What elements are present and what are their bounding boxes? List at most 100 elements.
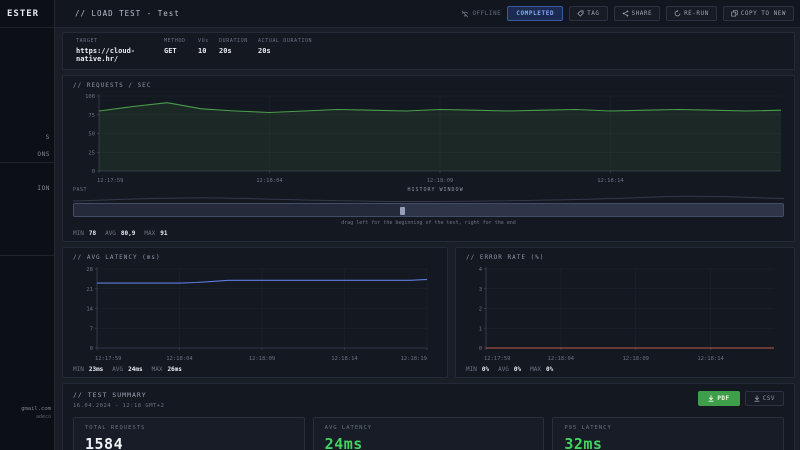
error-rate-panel: // ERROR RATE (%) 0 1 2 3 4 12:17:59 12:18:04 1…	[455, 247, 795, 378]
config-col-vus: VUs 10	[198, 38, 209, 55]
latency-chart-title: // AVG LATENCY (ms)	[73, 254, 161, 261]
tag-button[interactable]: TAG	[569, 6, 608, 21]
history-hint: drag left for the beginning of the test,…	[341, 220, 516, 226]
history-labels: PAST HISTORY WINDOW	[73, 187, 784, 193]
history-window-slider[interactable]	[73, 203, 784, 217]
config-col-actual-duration: ACTUAL DURATION 20s	[258, 38, 313, 55]
content: TARGET https://cloud-native.hr/ METHOD G…	[55, 28, 800, 450]
error-min-value: 0%	[481, 366, 490, 373]
latency-chart: 0 7 14 21 28 12:17:59 12:18:04 12:18:09 12:18:14…	[73, 263, 437, 362]
charts-row: // AVG LATENCY (ms) 0 7 14 21 28 12:17:59 12:1…	[62, 247, 795, 378]
requests-chart: 0 25 50 75 100 12:17:59 12:18:04 12:18:09 12:18:…	[73, 91, 784, 184]
sidebar-item-2[interactable]: ONS	[0, 151, 54, 158]
account-plan: adeco	[35, 414, 51, 420]
app-logo: ESTER	[0, 0, 54, 28]
summary-date: 16.04.2024 - 12:18 GMT+2	[73, 403, 165, 409]
test-summary-panel: // TEST SUMMARY 16.04.2024 - 12:18 GMT+2…	[62, 383, 795, 450]
svg-text:14: 14	[86, 307, 93, 313]
svg-text:100: 100	[85, 94, 95, 100]
svg-text:3: 3	[479, 287, 482, 293]
svg-text:0: 0	[90, 346, 93, 352]
svg-text:25: 25	[88, 150, 95, 156]
rerun-button[interactable]: RE-RUN	[666, 6, 717, 21]
svg-text:12:17:59: 12:17:59	[484, 356, 511, 362]
summary-titles: // TEST SUMMARY 16.04.2024 - 12:18 GMT+2	[73, 391, 164, 409]
requests-min-value: 78	[88, 230, 97, 237]
sidebar-item-1[interactable]: S	[0, 134, 54, 141]
history-window-label: HISTORY WINDOW	[407, 187, 464, 193]
p95-latency-card: P95 LATENCY 32ms	[552, 417, 785, 450]
download-pdf-button[interactable]: PDF	[698, 391, 740, 406]
requests-per-sec-panel: // REQUESTS / SEC 0 25 50 75 100 12:17:59 12:1…	[62, 75, 795, 242]
summary-header: // TEST SUMMARY 16.04.2024 - 12:18 GMT+2…	[73, 391, 784, 409]
download-icon	[754, 395, 760, 402]
history-window-left-segment	[74, 204, 401, 216]
download-csv-button[interactable]: CSV	[744, 391, 784, 406]
svg-text:0: 0	[92, 169, 95, 175]
summary-cards: TOTAL REQUESTS 1584 AVG LATENCY 24ms P95…	[73, 417, 785, 450]
copy-to-new-button[interactable]: COPY TO NEW	[722, 6, 794, 21]
latency-avg-value: 24ms	[128, 366, 143, 373]
latency-stats: MIN 23ms AVG 24ms MAX 26ms	[73, 366, 182, 373]
share-button[interactable]: SHARE	[613, 6, 661, 21]
svg-text:75: 75	[88, 113, 95, 119]
svg-text:12:18:19: 12:18:19	[401, 356, 428, 362]
test-config-panel: TARGET https://cloud-native.hr/ METHOD G…	[62, 32, 795, 70]
svg-text:12:18:09: 12:18:09	[427, 178, 454, 184]
svg-text:12:17:59: 12:17:59	[97, 178, 124, 184]
history-past-label: PAST	[73, 187, 88, 193]
avg-latency-card: AVG LATENCY 24ms	[312, 417, 545, 450]
sidebar-item-3[interactable]: ION	[0, 185, 54, 192]
svg-text:0: 0	[479, 346, 482, 352]
requests-avg-value: 80,9	[120, 230, 136, 237]
svg-text:28: 28	[86, 267, 93, 273]
svg-text:12:18:04: 12:18:04	[256, 178, 283, 184]
error-rate-chart: 0 1 2 3 4 12:17:59 12:18:04 12:18:09 12:18:14	[466, 263, 784, 362]
svg-text:12:18:14: 12:18:14	[697, 356, 724, 362]
top-bar-actions: OFFLINE COMPLETED TAG SHARE RE-RUN COPY …	[461, 6, 794, 21]
requests-max-value: 91	[160, 230, 168, 237]
config-col-duration: DURATION 20s	[219, 38, 248, 55]
rerun-icon	[674, 10, 681, 17]
sidebar-divider-2	[0, 255, 54, 256]
svg-text:12:18:09: 12:18:09	[249, 356, 276, 362]
sidebar: ESTER S ONS ION gmail.com adeco	[0, 0, 55, 450]
copy-icon	[731, 10, 738, 17]
avg-latency-value: 24ms	[324, 435, 363, 450]
status-badge: COMPLETED	[507, 6, 564, 21]
requests-chart-title: // REQUESTS / SEC	[73, 82, 152, 89]
requests-stats: MIN 78 AVG 80,9 MAX 91	[73, 230, 168, 237]
config-col-method: METHOD GET	[164, 38, 186, 55]
svg-text:4: 4	[479, 267, 483, 273]
latency-min-value: 23ms	[88, 366, 104, 373]
svg-text:7: 7	[90, 326, 93, 332]
total-requests-card: TOTAL REQUESTS 1584	[73, 417, 305, 450]
svg-text:12:18:14: 12:18:14	[331, 356, 358, 362]
top-bar: // LOAD TEST - Test OFFLINE COMPLETED TA…	[55, 0, 800, 28]
account-email: gmail.com	[21, 406, 51, 412]
sidebar-divider-1	[0, 162, 54, 163]
svg-text:12:18:04: 12:18:04	[166, 356, 193, 362]
svg-text:50: 50	[88, 132, 95, 138]
svg-text:1: 1	[479, 326, 482, 332]
total-requests-value: 1584	[85, 435, 124, 450]
history-sparkline	[73, 195, 784, 203]
svg-text:12:17:59: 12:17:59	[95, 356, 122, 362]
svg-text:2: 2	[479, 307, 482, 313]
p95-latency-value: 32ms	[564, 435, 603, 450]
summary-actions: PDF CSV	[698, 391, 784, 406]
offline-icon	[461, 9, 469, 18]
error-stats: MIN 0% AVG 0% MAX 0%	[466, 366, 554, 373]
main-area: // LOAD TEST - Test OFFLINE COMPLETED TA…	[55, 0, 800, 450]
error-chart-title: // ERROR RATE (%)	[466, 254, 545, 261]
sidebar-account[interactable]: gmail.com adeco	[0, 406, 54, 420]
svg-text:12:18:04: 12:18:04	[548, 356, 575, 362]
svg-text:12:18:14: 12:18:14	[597, 178, 624, 184]
target-url: https://cloud-native.hr/	[76, 47, 136, 63]
page-title: // LOAD TEST - Test	[75, 9, 180, 18]
config-col-target: TARGET https://cloud-native.hr/	[76, 38, 164, 63]
avg-latency-panel: // AVG LATENCY (ms) 0 7 14 21 28 12:17:59 12:1…	[62, 247, 448, 378]
offline-indicator: OFFLINE	[461, 9, 501, 18]
svg-text:21: 21	[86, 287, 93, 293]
history-window-handle[interactable]	[400, 207, 406, 215]
